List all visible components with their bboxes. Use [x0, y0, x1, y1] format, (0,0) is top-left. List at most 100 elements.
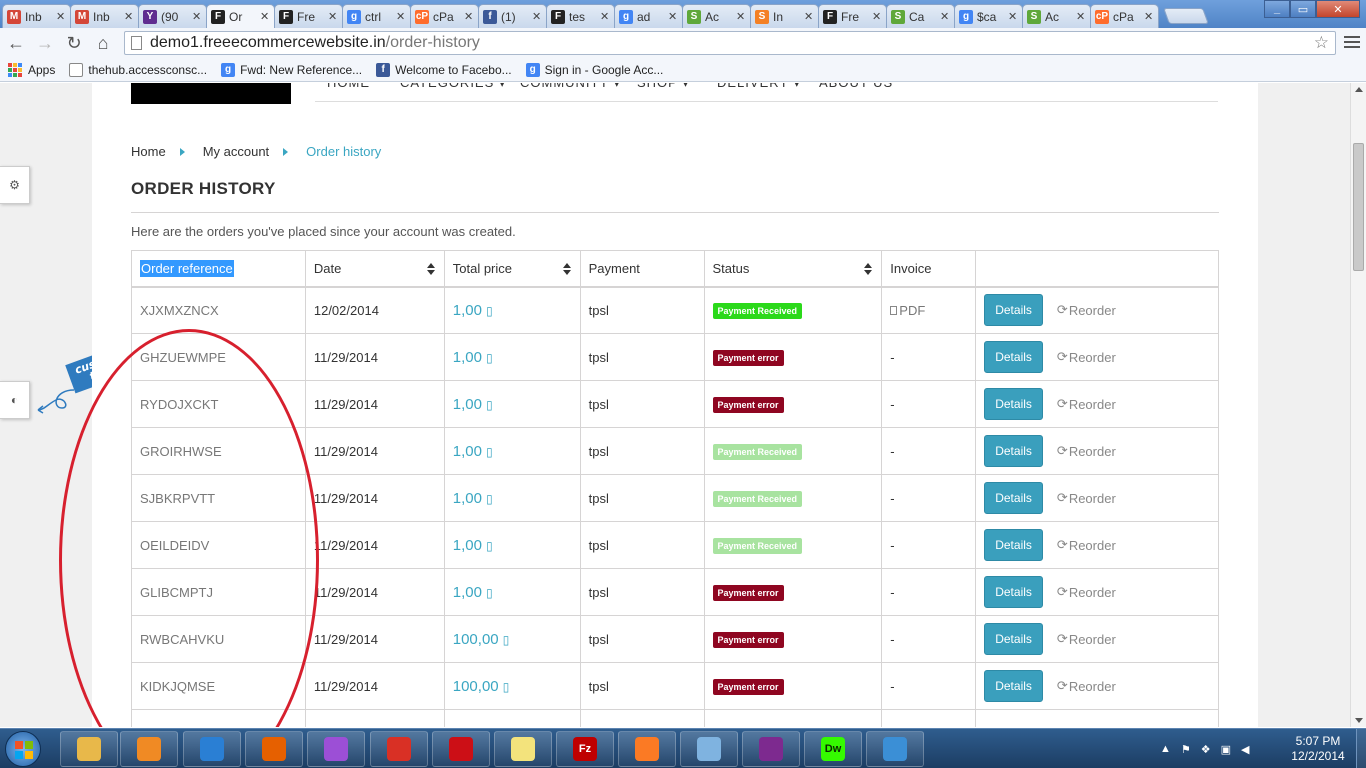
nav-item[interactable]: COMMUNITY ▾: [520, 83, 621, 91]
sort-icon[interactable]: [426, 263, 435, 275]
scroll-up-icon[interactable]: [1355, 87, 1363, 92]
reorder-link[interactable]: ⟳ Reorder: [1057, 631, 1116, 647]
tab-close-icon[interactable]: ✕: [124, 10, 134, 23]
reorder-link[interactable]: ⟳ Reorder: [1057, 443, 1116, 459]
nav-item[interactable]: DELIVERY ▾: [717, 83, 801, 91]
nav-item[interactable]: SHOP ▾: [637, 83, 690, 91]
browser-tab[interactable]: g $ca ✕: [954, 4, 1023, 28]
details-button[interactable]: Details: [984, 576, 1043, 608]
reorder-link[interactable]: ⟳ Reorder: [1057, 537, 1116, 553]
order-reference-link[interactable]: GROIRHWSE: [140, 444, 222, 459]
dropbox-icon[interactable]: ❖: [1201, 743, 1211, 756]
reorder-link[interactable]: ⟳ Reorder: [1057, 490, 1116, 506]
back-button[interactable]: ←: [3, 30, 29, 56]
col-total-price[interactable]: Total price: [443, 250, 581, 288]
chrome-menu-icon[interactable]: [1344, 33, 1360, 51]
bookmark-item[interactable]: f Welcome to Facebo...: [376, 62, 512, 77]
new-tab-button[interactable]: [1163, 8, 1209, 24]
taskbar-app-button[interactable]: [183, 731, 241, 767]
tab-close-icon[interactable]: ✕: [56, 10, 66, 23]
nav-item[interactable]: ABOUT US: [819, 83, 893, 90]
order-reference-link[interactable]: GLIBCMPTJ: [140, 585, 213, 600]
order-reference-link[interactable]: OEILDEIDV: [140, 538, 209, 553]
reorder-link[interactable]: ⟳ Reorder: [1057, 678, 1116, 694]
settings-side-tab[interactable]: ⚙: [0, 166, 30, 204]
theme-side-tab[interactable]: ◐: [0, 381, 30, 419]
vertical-scrollbar[interactable]: [1350, 83, 1366, 727]
tab-close-icon[interactable]: ✕: [532, 10, 542, 23]
details-button[interactable]: Details: [984, 435, 1043, 467]
taskbar-app-button[interactable]: [307, 731, 365, 767]
show-desktop-button[interactable]: [1356, 729, 1366, 768]
tab-close-icon[interactable]: ✕: [736, 10, 746, 23]
tab-close-icon[interactable]: ✕: [260, 10, 270, 23]
tab-close-icon[interactable]: ✕: [1008, 10, 1018, 23]
address-bar[interactable]: demo1.freeecommercewebsite.in/order-hist…: [124, 31, 1336, 55]
browser-tab[interactable]: S In ✕: [750, 4, 819, 28]
browser-tab[interactable]: F Fre ✕: [818, 4, 887, 28]
details-button[interactable]: Details: [984, 388, 1043, 420]
forward-button[interactable]: →: [32, 30, 58, 56]
browser-tab[interactable]: M Inb ✕: [70, 4, 139, 28]
nav-item[interactable]: CATEGORIES ▾: [400, 83, 506, 91]
browser-tab[interactable]: cP cPa ✕: [410, 4, 479, 28]
tab-close-icon[interactable]: ✕: [804, 10, 814, 23]
invoice-pdf-link[interactable]: PDF: [890, 303, 925, 318]
breadcrumb-home[interactable]: Home: [131, 144, 166, 159]
start-button[interactable]: [5, 731, 41, 767]
order-reference-link[interactable]: RWBCAHVKU: [140, 632, 224, 647]
order-reference-link[interactable]: GHZUEWMPE: [140, 350, 226, 365]
order-reference-link[interactable]: XJXMXZNCX: [140, 303, 219, 318]
taskbar-app-button[interactable]: [742, 731, 800, 767]
tab-close-icon[interactable]: ✕: [396, 10, 406, 23]
breadcrumb-my-account[interactable]: My account: [203, 144, 269, 159]
col-date[interactable]: Date: [304, 250, 445, 288]
reorder-link[interactable]: ⟳ Reorder: [1057, 349, 1116, 365]
browser-tab[interactable]: S Ca ✕: [886, 4, 955, 28]
taskbar-app-button[interactable]: [60, 731, 118, 767]
bookmark-item[interactable]: g Fwd: New Reference...: [221, 62, 362, 77]
show-hidden-icons-icon[interactable]: ▲: [1160, 743, 1171, 755]
order-reference-link[interactable]: KIDKJQMSE: [140, 679, 215, 694]
tab-close-icon[interactable]: ✕: [1144, 10, 1154, 23]
browser-tab[interactable]: M Inb ✕: [2, 4, 71, 28]
details-button[interactable]: Details: [984, 341, 1043, 373]
order-reference-link[interactable]: RYDOJXCKT: [140, 397, 219, 412]
tab-close-icon[interactable]: ✕: [940, 10, 950, 23]
tab-close-icon[interactable]: ✕: [1076, 10, 1086, 23]
browser-tab[interactable]: F Or ✕: [206, 4, 275, 28]
tab-close-icon[interactable]: ✕: [328, 10, 338, 23]
browser-tab[interactable]: S Ac ✕: [682, 4, 751, 28]
close-window-button[interactable]: ✕: [1316, 0, 1360, 18]
sort-icon[interactable]: [562, 263, 571, 275]
order-reference-link[interactable]: SJBKRPVTT: [140, 491, 215, 506]
tab-close-icon[interactable]: ✕: [192, 10, 202, 23]
scrollbar-thumb[interactable]: [1353, 143, 1364, 271]
col-order-reference[interactable]: Order reference: [131, 250, 306, 288]
taskbar-app-button[interactable]: [866, 731, 924, 767]
browser-tab[interactable]: Ftes ✕: [546, 4, 615, 28]
details-button[interactable]: Details: [984, 670, 1043, 702]
system-clock[interactable]: 5:07 PM 12/2/2014: [1286, 734, 1350, 764]
taskbar-app-button[interactable]: [370, 731, 428, 767]
taskbar-app-button[interactable]: [680, 731, 738, 767]
taskbar-app-button[interactable]: Dw: [804, 731, 862, 767]
reorder-link[interactable]: ⟳ Reorder: [1057, 396, 1116, 412]
sort-icon[interactable]: [864, 263, 873, 275]
scroll-down-icon[interactable]: [1355, 718, 1363, 723]
bookmark-item[interactable]: Apps: [8, 62, 55, 77]
taskbar-app-button[interactable]: [432, 731, 490, 767]
taskbar-app-button[interactable]: Fz: [556, 731, 614, 767]
browser-tab[interactable]: f (1) ✕: [478, 4, 547, 28]
site-logo[interactable]: [131, 83, 291, 104]
reorder-link[interactable]: ⟳ Reorder: [1057, 584, 1116, 600]
home-button[interactable]: ⌂: [90, 30, 116, 56]
browser-tab[interactable]: g ad ✕: [614, 4, 683, 28]
nav-item[interactable]: HOME: [327, 83, 370, 90]
taskbar-app-button[interactable]: [618, 731, 676, 767]
tab-close-icon[interactable]: ✕: [872, 10, 882, 23]
taskbar-app-button[interactable]: [494, 731, 552, 767]
reorder-link[interactable]: ⟳ Reorder: [1057, 302, 1116, 318]
taskbar-app-button[interactable]: [120, 731, 178, 767]
reload-button[interactable]: ↻: [61, 30, 87, 56]
